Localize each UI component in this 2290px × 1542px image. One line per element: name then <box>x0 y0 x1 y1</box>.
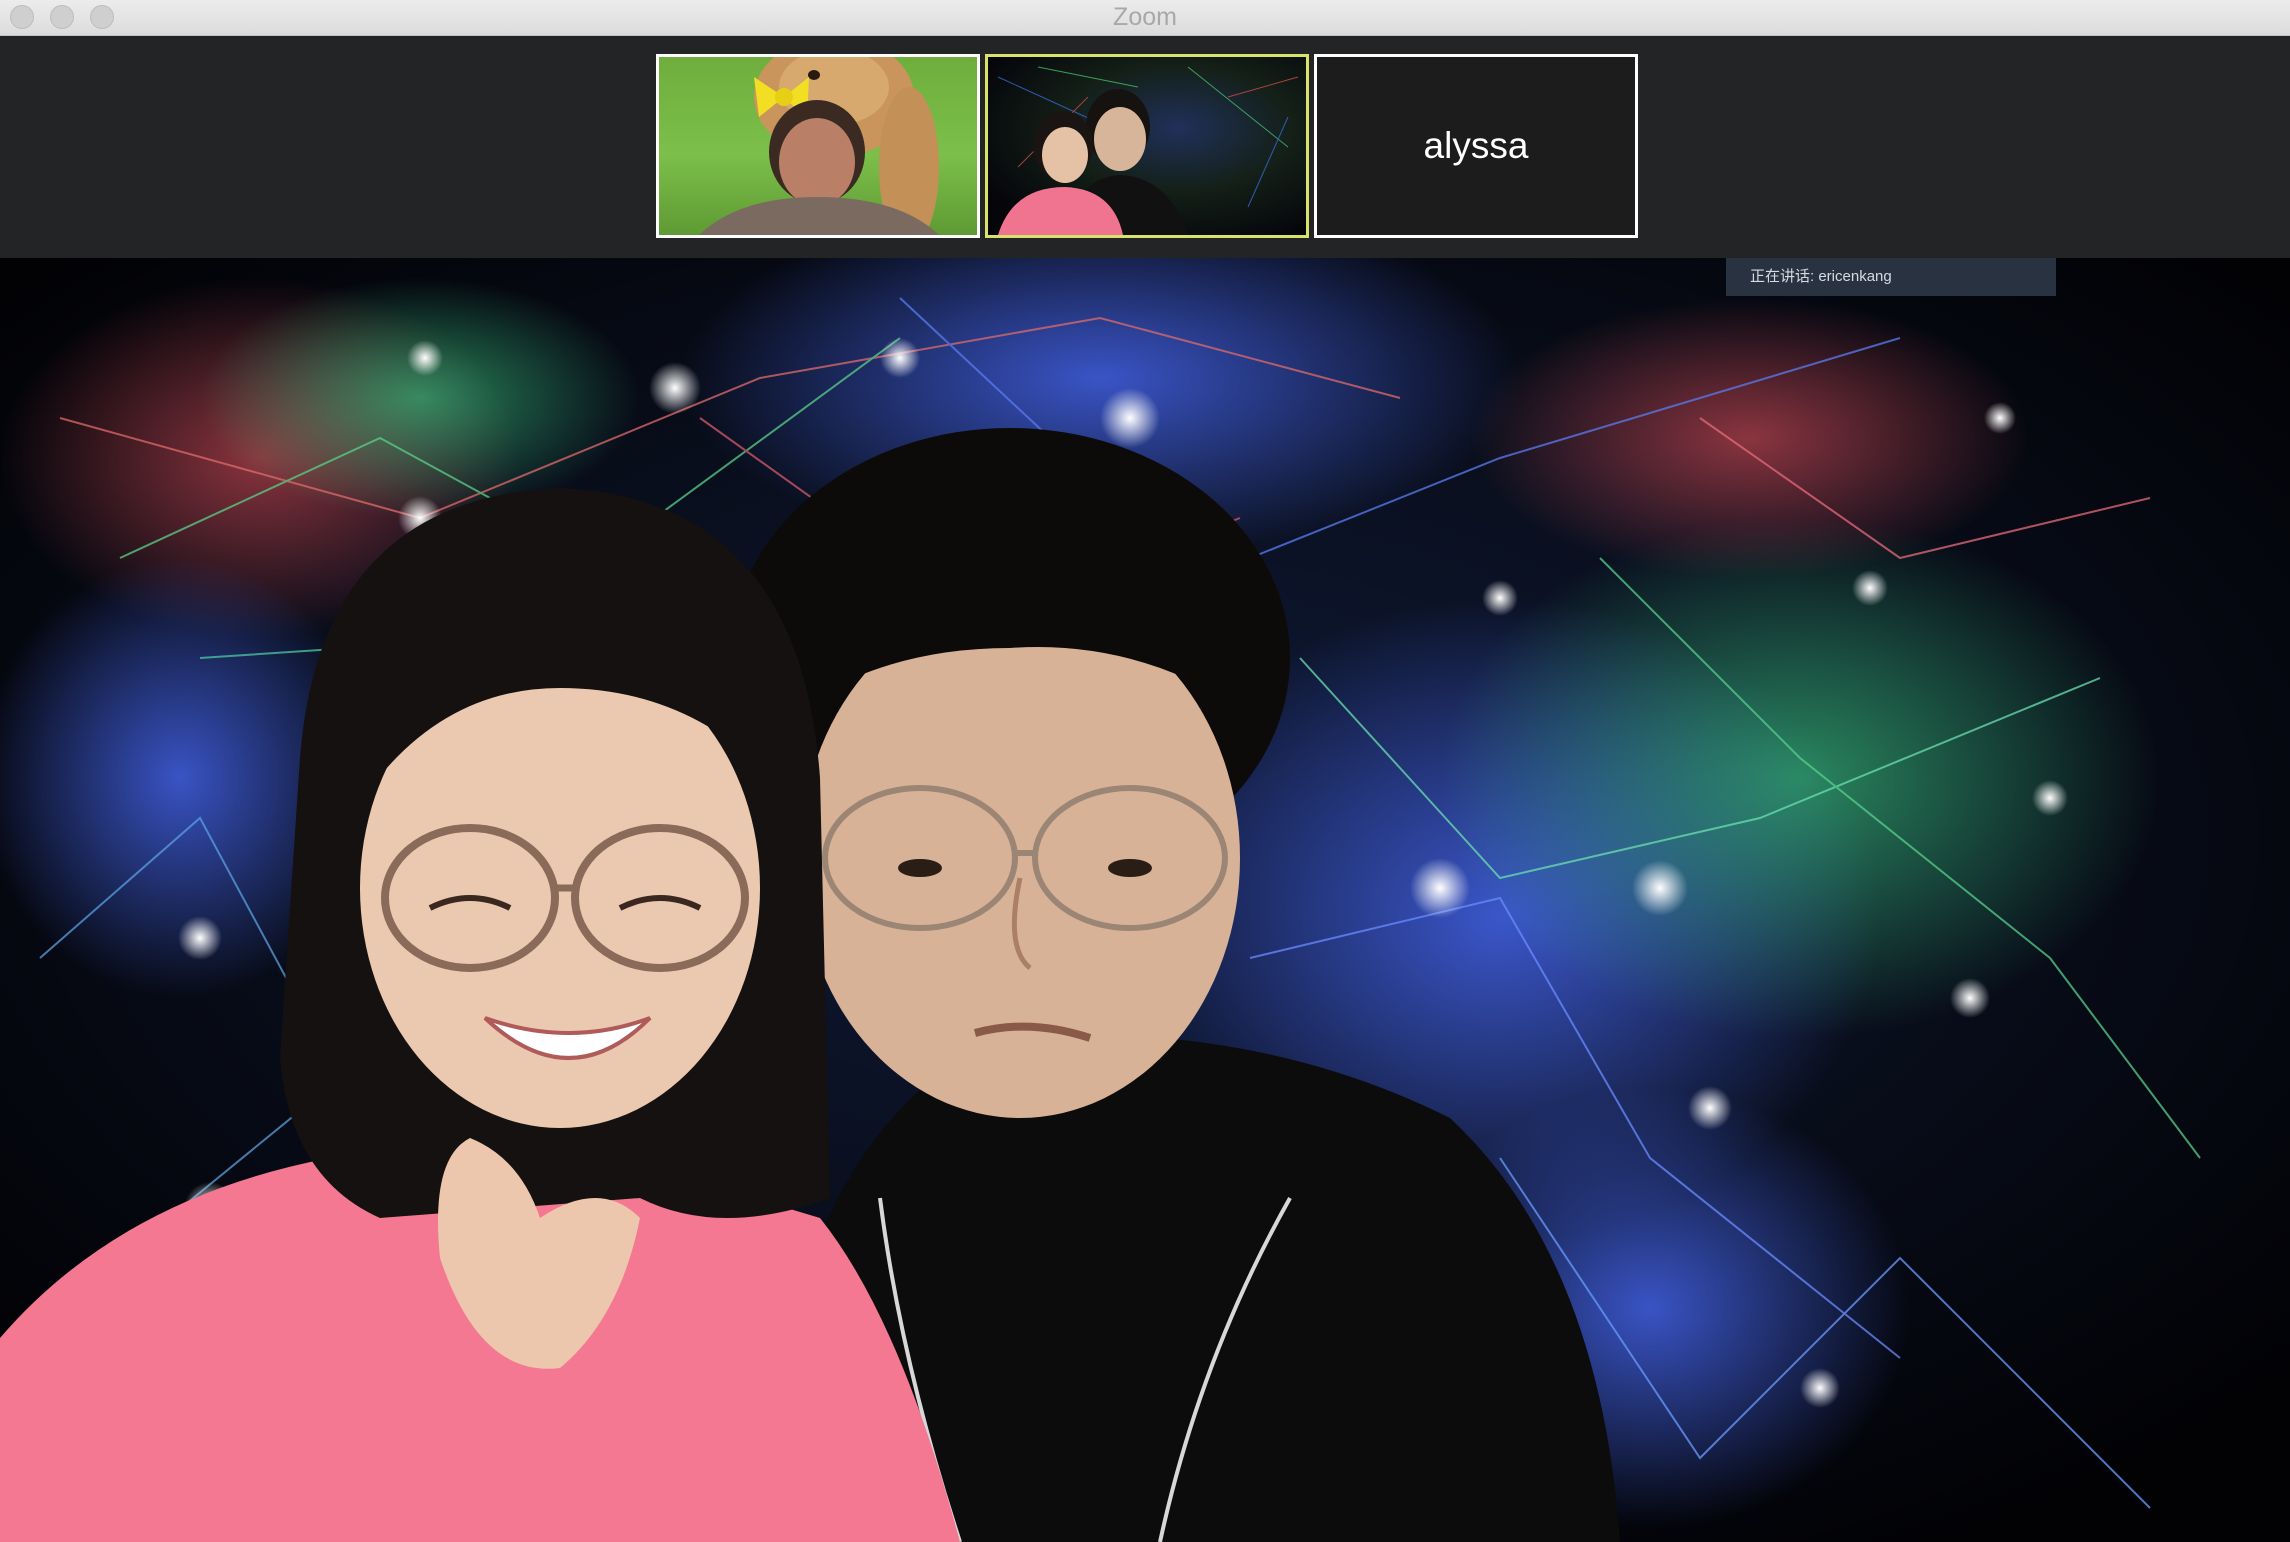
speaking-indicator: 正在讲话: ericenkang <box>1726 258 2056 296</box>
participant-video <box>659 57 977 235</box>
participant-thumbnail[interactable] <box>656 54 980 238</box>
window-title: Zoom <box>1113 3 1177 31</box>
title-bar[interactable]: Zoom <box>0 0 2290 36</box>
participant-thumbnail-active-speaker[interactable] <box>985 54 1309 238</box>
participant-name: alyssa <box>1423 125 1529 166</box>
active-speaker-video[interactable]: 正在讲话: ericenkang <box>0 258 2290 1542</box>
participant-thumbnail-strip: alyssa <box>0 36 2290 258</box>
speaker-video-frame <box>0 258 2290 1542</box>
participant-video <box>988 57 1306 235</box>
zoom-window: Zoom alyssa 正在讲话: ericenkang <box>0 0 2290 1542</box>
participant-thumbnail-video-off[interactable]: alyssa <box>1314 54 1638 238</box>
